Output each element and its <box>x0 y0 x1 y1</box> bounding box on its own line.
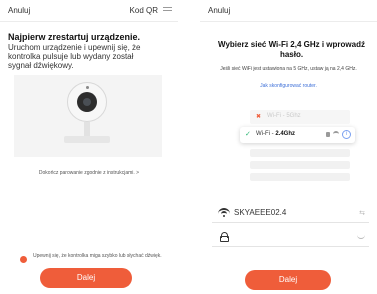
top-bar: Anuluj Kod QR <box>0 0 178 22</box>
supported-network-label: Wi-Fi - 2.4Ghz <box>256 131 296 137</box>
info-icon: i <box>342 130 351 139</box>
reset-device-screen: Anuluj Kod QR Najpierw zrestartuj urządz… <box>0 0 178 294</box>
wifi-icon <box>218 208 230 218</box>
router-config-link[interactable]: Jak skonfigurować router. <box>200 83 377 89</box>
camera-base <box>64 136 110 143</box>
lock-icon <box>220 232 229 242</box>
page-title: Najpierw zrestartuj urządzenie. <box>8 32 141 42</box>
unsupported-network-label: Wi-Fi - 5Ghz <box>267 113 301 119</box>
wifi-setup-screen: Anuluj Wybierz sieć Wi-Fi 2,4 GHz i wpro… <box>200 0 377 294</box>
wifi-signal-icon <box>333 131 339 136</box>
camera-illustration <box>14 75 162 157</box>
cancel-link[interactable]: Anuluj <box>8 6 30 15</box>
next-button[interactable]: Dalej <box>245 270 331 290</box>
wifi-ssid-field[interactable]: SKYAEEE02.4 ⇆ <box>212 203 369 223</box>
camera-lens <box>77 92 97 112</box>
list-icon[interactable] <box>163 7 172 14</box>
page-subtitle: Jeśli sieć WiFi jest ustawiona na 5 GHz,… <box>220 66 357 72</box>
confirm-radio[interactable] <box>20 256 27 263</box>
placeholder-network-row <box>250 149 350 157</box>
wifi-band-illustration: ✖ Wi-Fi - 5Ghz ✓ Wi-Fi - 2.4Ghz i <box>240 107 355 187</box>
supported-network-row: ✓ Wi-Fi - 2.4Ghz i <box>240 127 355 143</box>
placeholder-network-row <box>250 161 350 169</box>
next-button[interactable]: Dalej <box>40 268 132 288</box>
placeholder-network-row <box>250 173 350 181</box>
password-input[interactable] <box>234 230 351 244</box>
camera-lens-inner <box>83 98 91 106</box>
cross-icon: ✖ <box>256 114 262 120</box>
wifi-password-field[interactable] <box>212 227 369 247</box>
hidden-eye-icon[interactable] <box>357 235 365 239</box>
qr-code-link[interactable]: Kod QR <box>130 6 158 15</box>
unsupported-network-row: ✖ Wi-Fi - 5Ghz <box>250 110 350 124</box>
camera-indicator <box>86 86 89 89</box>
camera-head <box>67 82 107 122</box>
camera-stand <box>84 122 90 136</box>
cancel-link[interactable]: Anuluj <box>208 6 230 15</box>
switch-network-icon[interactable]: ⇆ <box>359 209 365 217</box>
pairing-instructions-link[interactable]: Dokończ parowanie zgodnie z instrukcjami… <box>0 170 178 176</box>
page-description: Uruchom urządzenie i upewnij się, że kon… <box>8 43 141 70</box>
top-bar: Anuluj <box>200 0 377 22</box>
lock-icon <box>326 132 330 137</box>
check-icon: ✓ <box>245 131 251 138</box>
wifi-ssid-value[interactable]: SKYAEEE02.4 <box>234 208 286 217</box>
page-title: Wybierz sieć Wi-Fi 2,4 GHz i wprowadź ha… <box>218 40 365 59</box>
confirm-label: Upewnij się, że kontrolka miga szybko lu… <box>33 253 162 259</box>
